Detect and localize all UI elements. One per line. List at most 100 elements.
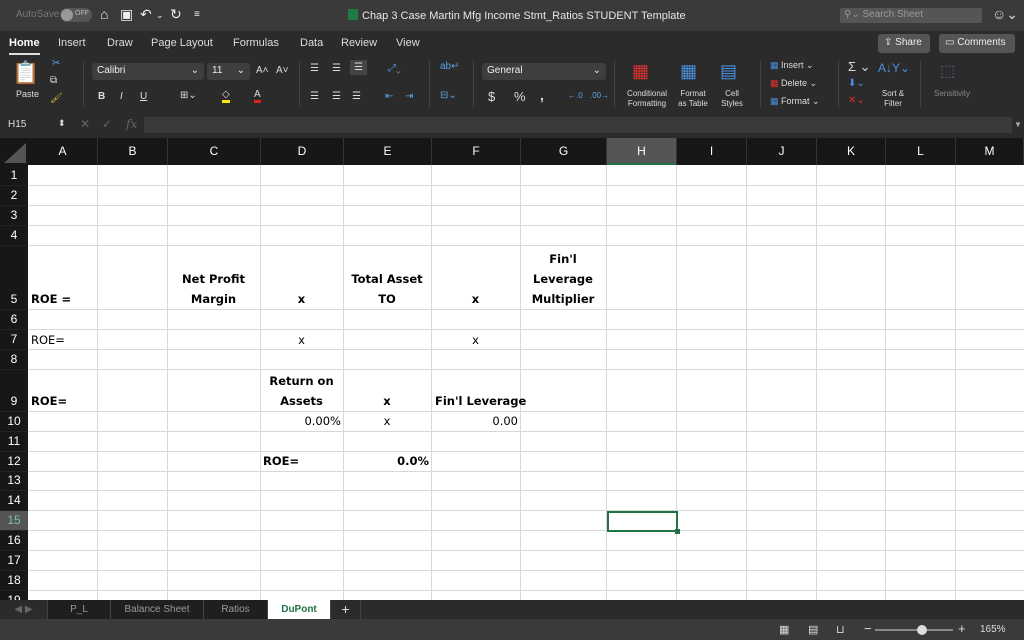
underline-button[interactable]: U: [140, 91, 147, 102]
normal-view-icon[interactable]: ▦: [779, 623, 789, 636]
enter-icon[interactable]: ✓: [102, 117, 112, 131]
fill-color-icon[interactable]: ◇: [222, 89, 230, 103]
selected-cell-h15[interactable]: [607, 511, 680, 534]
font-name-dropdown[interactable]: Calibri ⌄: [92, 63, 204, 80]
comma-button[interactable]: ,: [540, 87, 544, 103]
increase-font-icon[interactable]: A˄: [256, 65, 269, 76]
cell-e9[interactable]: x: [343, 391, 431, 411]
format-as-table-icon[interactable]: ▦: [680, 61, 697, 82]
page-layout-view-icon[interactable]: ▤: [808, 623, 818, 636]
column-header-d[interactable]: D: [261, 138, 344, 165]
column-header-f[interactable]: F: [432, 138, 521, 165]
cell-c5-line2[interactable]: Margin: [167, 289, 260, 309]
column-header-k[interactable]: K: [817, 138, 886, 165]
align-center-icon[interactable]: ☰: [332, 91, 341, 102]
column-header-j[interactable]: J: [747, 138, 817, 165]
clear-icon[interactable]: ✕⌄: [848, 95, 865, 106]
column-header-b[interactable]: B: [98, 138, 168, 165]
sort-filter-icon[interactable]: A↓Y⌄: [878, 61, 910, 75]
align-left-icon[interactable]: ☰: [310, 91, 319, 102]
cell-styles-icon[interactable]: ▤: [720, 61, 737, 82]
cell-d7[interactable]: x: [260, 330, 343, 350]
formula-input[interactable]: [144, 117, 1012, 133]
zoom-out-button[interactable]: −: [864, 621, 872, 636]
conditional-formatting-icon[interactable]: ▦: [632, 61, 649, 82]
redo-icon[interactable]: ↻: [170, 6, 182, 23]
cell-e12[interactable]: 0.0%: [343, 451, 429, 471]
font-color-icon[interactable]: A: [254, 89, 261, 103]
cell-styles-button[interactable]: Cell Styles: [718, 89, 746, 109]
cell-a7[interactable]: ROE=: [31, 330, 65, 350]
column-header-h[interactable]: H: [607, 138, 677, 165]
percent-button[interactable]: %: [514, 89, 526, 104]
select-all-button[interactable]: [0, 138, 28, 165]
currency-button[interactable]: $: [488, 89, 495, 104]
tab-view[interactable]: View: [396, 37, 420, 49]
row-header-10[interactable]: 10: [0, 412, 28, 432]
decrease-indent-icon[interactable]: ⇤: [385, 91, 393, 102]
tab-insert[interactable]: Insert: [58, 37, 86, 49]
format-cells-button[interactable]: ▦ Format ⌄: [770, 96, 820, 107]
row-header-18[interactable]: 18: [0, 571, 28, 591]
column-header-e[interactable]: E: [344, 138, 432, 165]
customize-toolbar-icon[interactable]: ≡: [194, 9, 200, 20]
row-header-16[interactable]: 16: [0, 531, 28, 551]
tab-home[interactable]: Home: [9, 37, 40, 55]
cancel-icon[interactable]: ✕: [80, 117, 90, 131]
share-button[interactable]: ⇪ Share: [878, 34, 930, 53]
cell-e5-line2[interactable]: TO: [343, 289, 431, 309]
paste-button[interactable]: Paste: [16, 89, 39, 99]
cell-f7[interactable]: x: [431, 330, 520, 350]
row-header-12[interactable]: 12: [0, 452, 28, 472]
column-header-l[interactable]: L: [886, 138, 956, 165]
decrease-decimal-icon[interactable]: .00→: [590, 91, 609, 100]
increase-indent-icon[interactable]: ⇥: [405, 91, 413, 102]
zoom-slider[interactable]: [875, 625, 953, 635]
italic-button[interactable]: I: [120, 91, 123, 102]
paste-icon[interactable]: 📋: [12, 60, 39, 86]
align-middle-icon[interactable]: ☰: [332, 63, 341, 74]
align-bottom-icon[interactable]: ☰: [350, 60, 367, 75]
row-header-3[interactable]: 3: [0, 206, 28, 226]
search-sheet-input[interactable]: ⚲⌄ Search Sheet: [840, 8, 982, 23]
tab-data[interactable]: Data: [300, 37, 323, 49]
cell-a9[interactable]: ROE=: [31, 391, 67, 411]
number-format-dropdown[interactable]: General ⌄: [482, 63, 606, 80]
merge-center-icon[interactable]: ⊟⌄: [440, 90, 457, 101]
increase-decimal-icon[interactable]: ←.0: [568, 91, 583, 100]
home-icon[interactable]: ⌂: [100, 6, 108, 22]
orientation-icon[interactable]: ⤢⌄: [388, 63, 401, 74]
cell-d10[interactable]: 0.00%: [260, 411, 341, 431]
zoom-in-button[interactable]: +: [958, 621, 966, 636]
feedback-smiley-icon[interactable]: ☺⌄: [992, 6, 1018, 23]
tab-draw[interactable]: Draw: [107, 37, 133, 49]
row-header-13[interactable]: 13: [0, 472, 28, 491]
decrease-font-icon[interactable]: A˅: [276, 65, 289, 76]
cell-g5-line3[interactable]: Multiplier: [520, 289, 606, 309]
row-header-17[interactable]: 17: [0, 551, 28, 571]
font-size-dropdown[interactable]: 11 ⌄: [207, 63, 250, 80]
borders-icon[interactable]: ⊞⌄: [180, 90, 197, 101]
row-header-9[interactable]: 9: [0, 370, 28, 412]
save-icon[interactable]: ▣: [120, 6, 133, 23]
column-header-a[interactable]: A: [28, 138, 98, 165]
page-break-view-icon[interactable]: ⊔: [836, 623, 845, 636]
cell-e10[interactable]: x: [343, 411, 431, 431]
cut-icon[interactable]: ✂: [52, 58, 60, 69]
conditional-formatting-button[interactable]: Conditional Formatting: [622, 89, 672, 109]
zoom-level[interactable]: 165%: [980, 624, 1006, 635]
undo-dropdown-icon[interactable]: ⌄: [156, 10, 164, 21]
sort-filter-button[interactable]: Sort & Filter: [876, 89, 910, 109]
align-top-icon[interactable]: ☰: [310, 63, 319, 74]
sheet-nav-arrows-icon[interactable]: ◀ ▶: [0, 600, 48, 619]
comments-button[interactable]: ▭ Comments: [939, 34, 1015, 53]
row-header-14[interactable]: 14: [0, 491, 28, 511]
format-as-table-button[interactable]: Format as Table: [676, 89, 710, 109]
sensitivity-button[interactable]: Sensitivity: [928, 89, 976, 99]
tab-page-layout[interactable]: Page Layout: [151, 37, 213, 49]
wrap-text-icon[interactable]: ab↵: [440, 61, 460, 72]
sensitivity-icon[interactable]: ⬚: [940, 61, 955, 81]
sheet-tab-ratios[interactable]: Ratios: [204, 600, 268, 619]
row-header-1[interactable]: 1: [0, 165, 28, 186]
delete-cells-button[interactable]: ▦ Delete ⌄: [770, 78, 817, 89]
